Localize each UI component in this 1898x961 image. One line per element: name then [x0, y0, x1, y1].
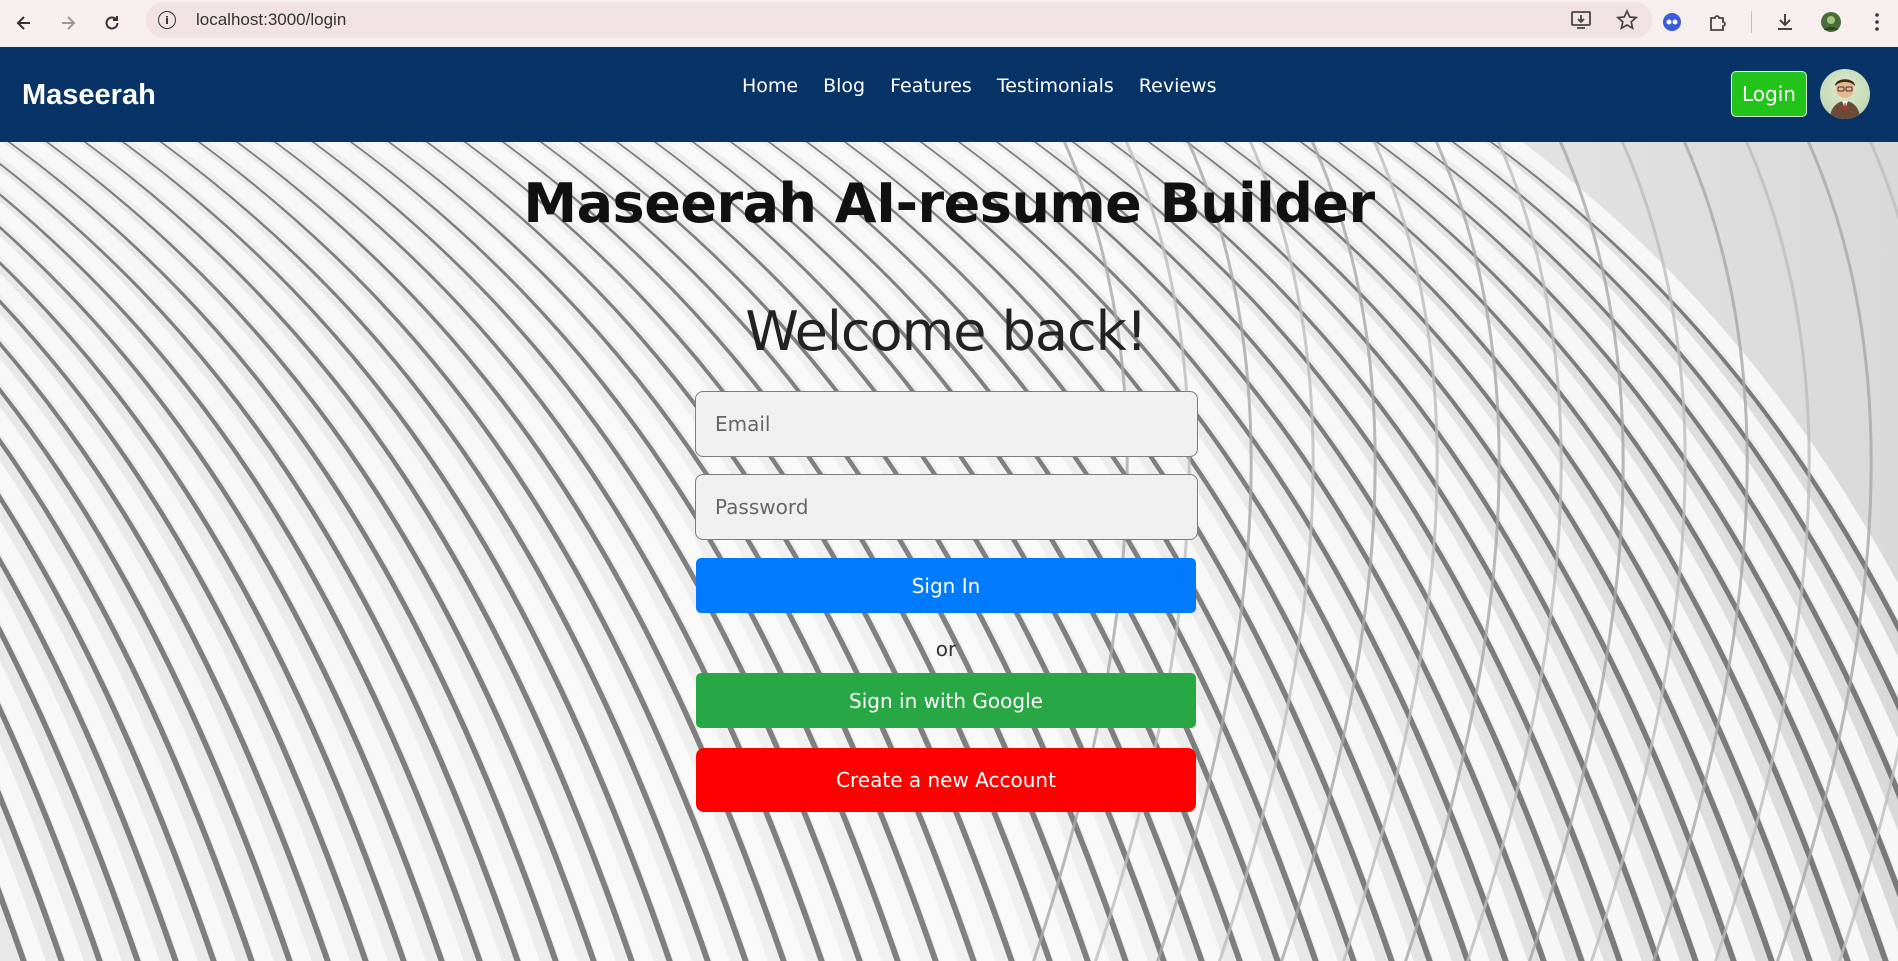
brand-logo[interactable]: Maseerah	[22, 79, 156, 112]
profile-icon[interactable]	[1818, 9, 1844, 35]
google-sign-in-button[interactable]: Sign in with Google	[696, 673, 1196, 728]
page-title: Maseerah AI-resume Builder	[523, 172, 1375, 235]
site-info-icon[interactable]: i	[158, 11, 176, 29]
url-text: localhost:3000/login	[196, 10, 347, 29]
nav-link-reviews[interactable]: Reviews	[1139, 75, 1217, 97]
extension-eyes-icon[interactable]	[1659, 9, 1685, 35]
avatar[interactable]	[1820, 69, 1870, 119]
address-bar[interactable]: i localhost:3000/login	[146, 2, 1652, 38]
forward-icon[interactable]	[50, 5, 86, 41]
nav-link-home[interactable]: Home	[742, 75, 798, 97]
hero-background	[0, 142, 1898, 961]
back-icon[interactable]	[6, 5, 42, 41]
nav-link-testimonials[interactable]: Testimonials	[997, 75, 1114, 97]
create-account-button[interactable]: Create a new Account	[696, 748, 1196, 812]
sign-in-button[interactable]: Sign In	[696, 558, 1196, 613]
download-icon[interactable]	[1772, 9, 1798, 35]
nav-link-blog[interactable]: Blog	[823, 75, 865, 97]
browser-toolbar: i localhost:3000/login	[0, 0, 1898, 47]
install-app-icon[interactable]	[1570, 9, 1592, 31]
site-navbar: Maseerah Home Blog Features Testimonials…	[0, 47, 1898, 142]
extensions-puzzle-icon[interactable]	[1705, 9, 1731, 35]
nav-link-features[interactable]: Features	[890, 75, 972, 97]
email-field[interactable]	[695, 391, 1198, 457]
reload-icon[interactable]	[94, 5, 130, 41]
welcome-heading: Welcome back!	[745, 300, 1147, 363]
or-divider: or	[935, 637, 957, 661]
login-button[interactable]: Login	[1731, 71, 1807, 117]
menu-kebab-icon[interactable]	[1864, 9, 1890, 35]
nav-links: Home Blog Features Testimonials Reviews	[742, 75, 1216, 97]
bookmark-star-icon[interactable]	[1616, 9, 1638, 31]
password-field[interactable]	[695, 474, 1198, 540]
